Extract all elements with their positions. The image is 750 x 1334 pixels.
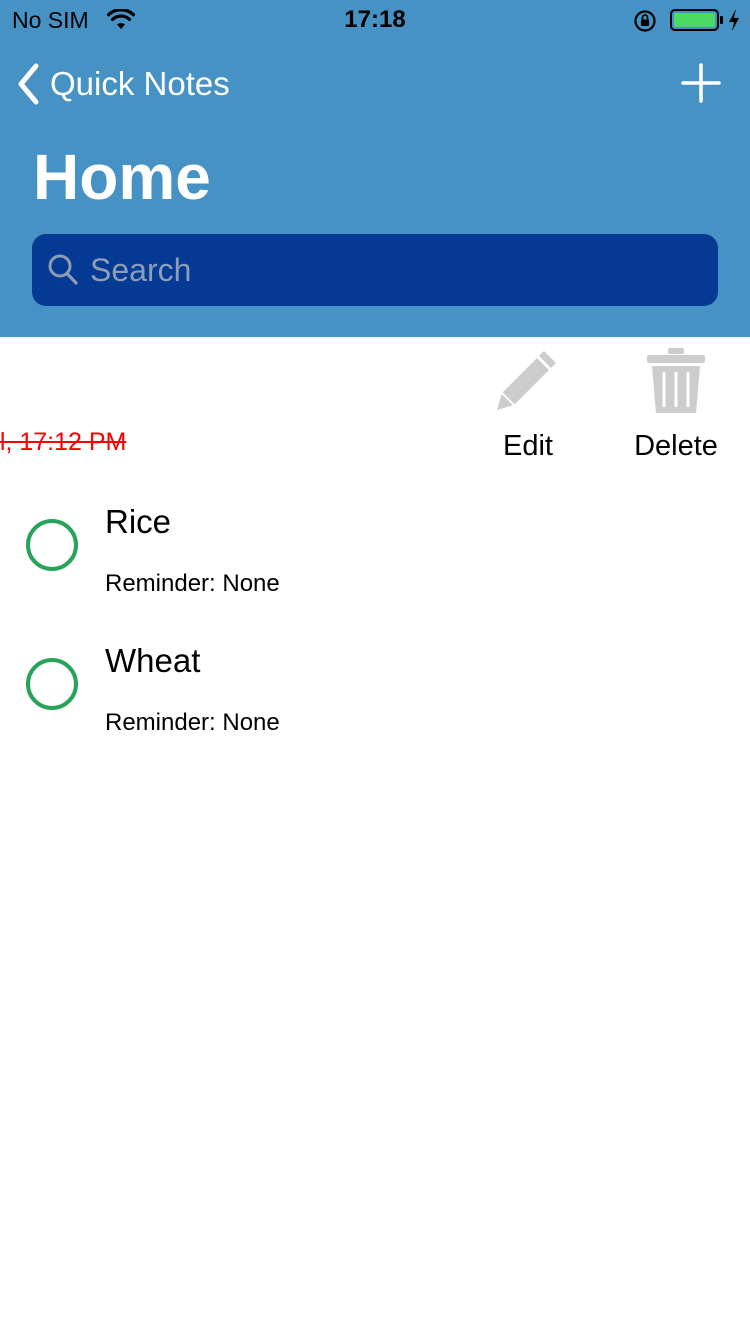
search-field[interactable] <box>32 234 718 306</box>
edit-label: Edit <box>503 430 553 462</box>
orientation-lock-icon <box>634 10 656 32</box>
navigation-bar: Quick Notes <box>0 58 750 110</box>
back-button-label: Quick Notes <box>50 65 230 102</box>
header: No SIM 17:18 Quick Notes Home Search <box>0 0 750 337</box>
completed-note-date: ul, 17:12 PM <box>0 428 127 456</box>
search-input[interactable] <box>90 244 700 296</box>
chevron-left-icon <box>18 63 39 105</box>
item-reminder: Reminder: None <box>105 709 280 736</box>
list-item[interactable]: Wheat Reminder: None <box>0 616 750 755</box>
item-title: Wheat <box>105 642 201 679</box>
swiped-list-row: ul, 17:12 PM Edit Delete <box>0 337 750 477</box>
list-item[interactable]: Rice Reminder: None <box>0 477 750 616</box>
pencil-icon <box>497 351 556 410</box>
completion-circle-icon[interactable] <box>26 658 78 710</box>
status-bar: No SIM 17:18 <box>0 0 750 40</box>
completion-circle-icon[interactable] <box>26 519 78 571</box>
page-title: Home <box>33 141 211 213</box>
edit-button[interactable]: Edit <box>470 337 586 477</box>
delete-button[interactable]: Delete <box>616 337 736 477</box>
search-icon <box>48 254 78 285</box>
add-icon[interactable] <box>680 62 722 104</box>
battery-icon <box>670 9 723 31</box>
delete-label: Delete <box>634 430 718 462</box>
item-reminder: Reminder: None <box>105 570 280 597</box>
item-title: Rice <box>105 503 172 540</box>
back-button[interactable]: Quick Notes <box>16 58 230 110</box>
trash-icon <box>647 348 705 413</box>
charging-bolt-icon <box>729 9 739 31</box>
